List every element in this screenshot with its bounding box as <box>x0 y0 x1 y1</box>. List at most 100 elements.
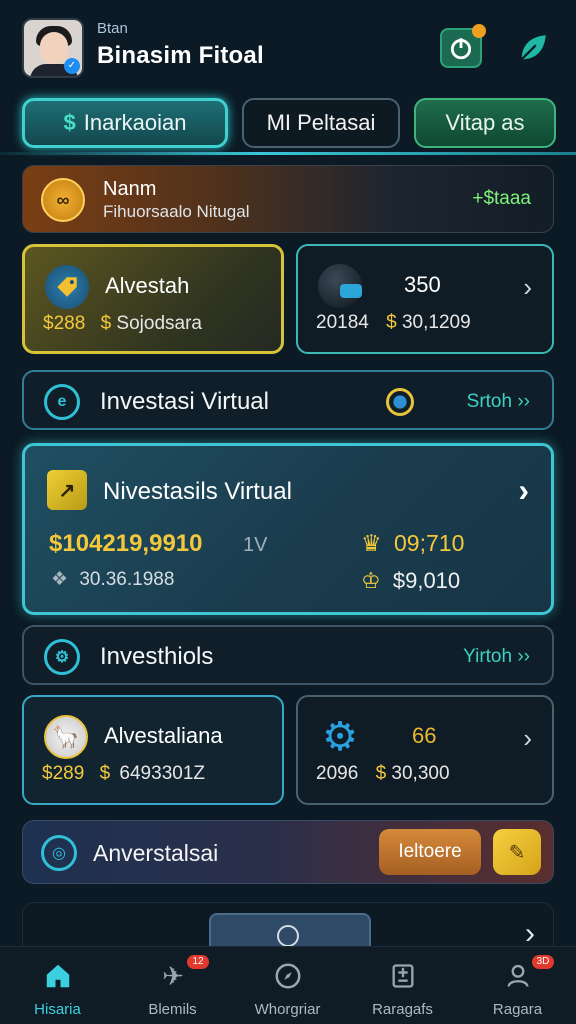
banner-subtitle: Fihuorsaalo Nitugal <box>103 202 250 221</box>
verified-icon: ✓ <box>64 58 80 74</box>
capsule-icon <box>318 264 362 308</box>
greeting-text: Btan <box>97 20 128 37</box>
llama-icon: 🦙 <box>44 715 88 759</box>
dollar-icon: $ <box>100 313 112 334</box>
asset-card-3[interactable]: 🦙 Alvestaliana $289 $ 6493301Z <box>22 695 284 805</box>
card-amount-row: 2096 $ 30,300 <box>316 763 450 785</box>
edit-icon[interactable]: ✎ <box>493 829 541 875</box>
section-label: Investasi Virtual <box>100 388 269 415</box>
asset-card-2[interactable]: 350 › 20184 $ 30,1209 <box>296 244 554 354</box>
card-amount-note: 30,1209 <box>401 312 471 333</box>
feature-right-value-1: 09;710 <box>394 530 465 556</box>
promo-button[interactable]: Ieltoere <box>379 829 481 875</box>
section-investhiols[interactable]: ⚙ Investhiols Yirtoh ›› <box>22 625 554 685</box>
card-title: Alvestah <box>105 273 190 298</box>
user-icon <box>500 959 536 993</box>
coin-icon: ∞ <box>41 178 85 222</box>
tab-vitap[interactable]: Vitap as <box>414 98 556 148</box>
nav-label: Ragara <box>492 1001 543 1018</box>
feature-sub-row: ❖ 30.36.1988 <box>51 568 174 591</box>
section-investasi-virtual[interactable]: e Investasi Virtual Srtoh ›› <box>22 370 554 430</box>
feature-title: Nivestasils Virtual <box>103 478 292 505</box>
circle-icon <box>277 925 299 947</box>
chevron-right-icon: › <box>523 723 532 753</box>
dollar-icon: $ <box>99 763 111 784</box>
gear-icon: ⚙ <box>322 715 358 759</box>
app-header: ✓ Btan Binasim Fitoal <box>0 0 576 92</box>
plane-icon: ✈ <box>162 960 184 991</box>
nav-item-raragafs[interactable]: Raragafs <box>345 947 460 1024</box>
tab-peltasai[interactable]: MI Peltasai <box>242 98 400 148</box>
card-title: 66 <box>412 723 437 748</box>
nav-label: Whorgriar <box>254 1001 321 1018</box>
bottom-nav: Hisaria ✈ 12 Blemils Whorgriar Raragafs … <box>0 946 576 1024</box>
notification-badge: 12 <box>187 955 209 969</box>
calculator-icon <box>385 959 421 993</box>
tab-label: Vitap as <box>445 110 525 135</box>
app-title: Binasim Fitoal <box>97 42 264 69</box>
card-title: Alvestaliana <box>104 723 223 748</box>
banner-title: Nanm <box>103 178 157 200</box>
leaf-button[interactable] <box>512 28 554 68</box>
tab-label: MI Peltasai <box>266 110 376 135</box>
card-amount-note: Sojodsara <box>116 313 202 334</box>
nav-label: Hisaria <box>34 1001 81 1018</box>
card-amount-row: $289 $ 6493301Z <box>42 763 205 785</box>
nav-item-hisaria[interactable]: Hisaria <box>0 947 115 1024</box>
section-label: Investhiols <box>100 643 214 670</box>
card-amount: $289 <box>42 763 85 784</box>
nav-item-ragara[interactable]: 3D Ragara <box>460 947 575 1024</box>
power-button[interactable] <box>440 24 486 68</box>
notification-dot <box>472 24 486 38</box>
card-amount-note: 6493301Z <box>119 763 205 784</box>
nav-item-blemils[interactable]: ✈ 12 Blemils <box>115 947 230 1024</box>
notification-badge: 3D <box>532 955 554 969</box>
power-icon <box>450 38 472 60</box>
card-amount-row: 20184 $ 30,1209 <box>316 312 471 334</box>
trophy-icon: ♛ <box>361 530 382 556</box>
dollar-icon: $ <box>375 763 387 784</box>
refresh-icon: e <box>44 384 80 420</box>
chart-icon: ↗ <box>47 470 87 510</box>
card-amount: $288 <box>43 313 86 334</box>
nav-item-whorgriar[interactable]: Whorgriar <box>230 947 345 1024</box>
status-dot-icon <box>386 388 414 416</box>
card-amount-row: $288 $ Sojodsara <box>43 313 202 335</box>
virtual-investment-card[interactable]: ↗ Nivestasils Virtual › $104219,9910 1V … <box>22 443 554 615</box>
chevron-right-icon[interactable]: › <box>518 472 529 509</box>
card-amount: 2096 <box>316 763 359 784</box>
leaf-icon: ❖ <box>51 569 69 590</box>
asset-card-1[interactable]: Alvestah $288 $ Sojodsara <box>22 244 284 354</box>
tab-underline <box>0 152 576 155</box>
crown-icon: ♔ <box>361 568 381 593</box>
home-icon <box>40 959 76 993</box>
chevron-right-icon: › <box>523 272 532 302</box>
asset-card-4[interactable]: ⚙ 66 › 2096 $ 30,300 <box>296 695 554 805</box>
dollar-icon: $ <box>386 312 397 333</box>
card-amount: 20184 <box>316 312 369 333</box>
feature-main-suffix: 1V <box>243 534 268 556</box>
banner-value: +$taaa <box>472 188 531 209</box>
feature-sub-value: 30.36.1988 <box>79 569 175 590</box>
promo-label: Anverstalsai <box>93 840 219 866</box>
feature-right-row-1: ♛ 09;710 <box>361 530 464 557</box>
feature-main-value: $104219,9910 <box>49 530 203 557</box>
feature-right-value-2: $9,010 <box>392 568 461 593</box>
leaf-icon <box>519 35 546 62</box>
tab-label: Inarkaoian <box>83 110 187 135</box>
target-icon: ◎ <box>41 835 77 871</box>
section-link[interactable]: Srtoh ›› <box>467 391 530 413</box>
compass-icon <box>270 959 306 993</box>
dollar-icon: $ <box>63 110 76 135</box>
avatar[interactable]: ✓ <box>22 18 84 78</box>
tag-icon <box>45 265 89 309</box>
promo-bar[interactable]: ◎ Anverstalsai Ieltoere ✎ <box>22 820 554 884</box>
tab-inarkaoian[interactable]: $ Inarkaoian <box>22 98 228 148</box>
gear-icon: ⚙ <box>44 639 80 675</box>
card-amount-note: 30,300 <box>391 763 450 784</box>
card-title: 350 <box>404 272 441 297</box>
balance-banner[interactable]: ∞ Nanm Fihuorsaalo Nitugal +$taaa <box>22 165 554 233</box>
nav-label: Blemils <box>148 1001 197 1018</box>
section-link[interactable]: Yirtoh ›› <box>463 646 530 668</box>
feature-right-row-2: ♔ $9,010 <box>361 568 460 594</box>
